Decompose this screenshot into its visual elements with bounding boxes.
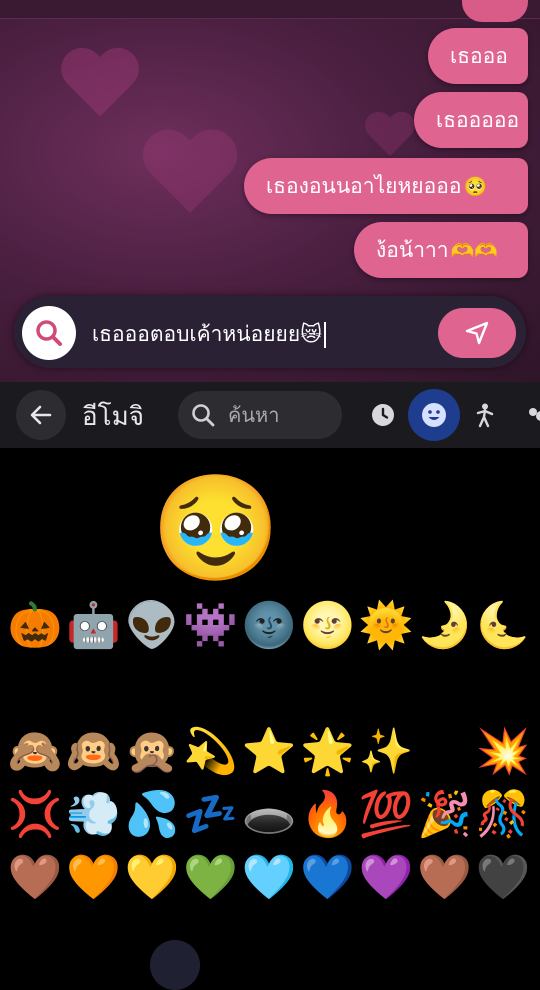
- emoji-key[interactable]: 💨: [65, 785, 124, 845]
- emoji-row: 🎃 🤖 👽 👾 🌚 🌝 🌞 🌛 🌜: [6, 594, 540, 657]
- emoji-key[interactable]: 💢: [6, 785, 65, 845]
- emoji-key[interactable]: 😾: [474, 659, 533, 719]
- emoji-key[interactable]: 💫: [182, 722, 241, 782]
- smiley-icon: [422, 403, 446, 427]
- emoji-key[interactable]: 🎃: [6, 596, 65, 656]
- emoji-key[interactable]: ✨: [357, 722, 416, 782]
- send-button[interactable]: [438, 308, 516, 358]
- emoji-key[interactable]: 💦: [123, 785, 182, 845]
- emoji-row: 🤎 🧡 💛 💚 🩵 💙 💜 🤎 🖤: [6, 846, 540, 909]
- emoji-key[interactable]: ⭐: [240, 722, 299, 782]
- emoji-row: 🙈 🙉 🙊 💫 ⭐ 🌟 ✨ ⚡ 💥: [6, 720, 540, 783]
- message-bubble[interactable]: เธอออออ: [414, 92, 528, 148]
- category-people[interactable]: [462, 392, 508, 438]
- message-bubble[interactable]: ง้อน้าาา 🫶🫶: [354, 222, 528, 278]
- message-input-bar[interactable]: เธอออตอบเค้าหน่อยยย😿: [14, 296, 526, 368]
- background-heart: [363, 113, 417, 162]
- emoji-keyboard-header: อีโมจิ ค้นหา: [0, 382, 540, 448]
- emoji-key[interactable]: 🤎: [6, 848, 65, 908]
- emoji-search-placeholder: ค้นหา: [228, 403, 280, 427]
- message-emoji: 🥺: [463, 175, 488, 198]
- emoji-key[interactable]: 😽: [431, 464, 540, 594]
- message-input[interactable]: เธอออตอบเค้าหน่อยยย😿: [92, 318, 327, 351]
- emoji-key[interactable]: 😿: [416, 659, 475, 719]
- emoji-key[interactable]: 💯: [357, 785, 416, 845]
- message-input-emoji: 😿: [300, 322, 323, 346]
- category-recent[interactable]: [360, 392, 406, 438]
- emoji-key[interactable]: 🥹: [151, 464, 281, 594]
- navigation-handle[interactable]: [150, 940, 200, 990]
- emoji-key[interactable]: 💥: [474, 722, 533, 782]
- emoji-key[interactable]: 💤: [182, 785, 241, 845]
- emoji-key[interactable]: 🎊: [474, 785, 533, 845]
- emoji-key[interactable]: 🧡: [65, 848, 124, 908]
- category-animals[interactable]: [514, 392, 540, 438]
- message-bubble[interactable]: เธองอนนอาไยหยอออ 🥺: [244, 158, 528, 214]
- emoji-key[interactable]: 😹: [123, 659, 182, 719]
- message-input-value: เธอออตอบเค้าหน่อยยย: [92, 322, 301, 346]
- emoji-key[interactable]: 🎉: [416, 785, 475, 845]
- animal-icon: [529, 408, 540, 421]
- search-icon: [36, 320, 62, 346]
- emoji-key[interactable]: 😽: [299, 659, 358, 719]
- emoji-key[interactable]: 😸: [293, 464, 416, 594]
- emoji-key[interactable]: 🌚: [240, 596, 299, 656]
- emoji-key[interactable]: 🖤: [474, 848, 533, 908]
- emoji-key[interactable]: 🤖: [65, 596, 124, 656]
- emoji-key[interactable]: 👽: [123, 596, 182, 656]
- emoji-key[interactable]: 🌛: [416, 596, 475, 656]
- message-emoji: 🫶🫶: [450, 239, 498, 262]
- emoji-key[interactable]: ⚡: [416, 722, 475, 782]
- background-heart: [58, 49, 142, 125]
- emoji-row: 😸 😺 😹 😻 😼 😽 🙀 😿 😾: [6, 657, 540, 720]
- text-caret: [324, 322, 327, 348]
- emoji-key[interactable]: 😻: [182, 659, 241, 719]
- chat-area: เธอออ เธอออออ เธองอนนอาไยหยอออ 🥺 ง้อน้าา…: [0, 0, 540, 382]
- search-icon: [192, 404, 215, 427]
- back-button[interactable]: [16, 390, 66, 440]
- previous-message-bubble[interactable]: [462, 0, 528, 22]
- message-text: ง้อน้าาา: [376, 237, 449, 262]
- emoji-key[interactable]: 🕳️: [240, 785, 299, 845]
- person-icon: [476, 403, 494, 428]
- send-icon: [465, 321, 489, 345]
- emoji-key[interactable]: 🙈: [6, 722, 65, 782]
- message-bubble[interactable]: เธอออ: [428, 28, 528, 84]
- background-heart: [139, 131, 241, 223]
- emoji-key[interactable]: 🙀: [357, 659, 416, 719]
- category-smileys[interactable]: [408, 389, 460, 441]
- emoji-row: 💢 💨 💦 💤 🕳️ 🔥 💯 🎉 🎊: [6, 783, 540, 846]
- emoji-key[interactable]: 😼: [240, 659, 299, 719]
- arrow-left-icon: [30, 405, 52, 425]
- emoji-key[interactable]: 🌜: [474, 596, 533, 656]
- emoji-key[interactable]: 🌝: [299, 596, 358, 656]
- emoji-key[interactable]: 👾: [182, 596, 241, 656]
- message-text: เธอออออ: [436, 107, 520, 132]
- emoji-key[interactable]: 🙉: [65, 722, 124, 782]
- emoji-key[interactable]: 😺: [65, 659, 124, 719]
- message-text: เธอออ: [450, 43, 508, 68]
- emoji-key[interactable]: 🙊: [123, 722, 182, 782]
- top-strip: [0, 0, 540, 22]
- emoji-panel: 😹 🥹 😸 😽 🎃 🤖 👽 👾 🌚 🌝 🌞 🌛 🌜 😸 😺 😹 😻 😼 😽 🙀 …: [0, 448, 540, 960]
- emoji-key[interactable]: 😹: [14, 464, 137, 594]
- emoji-key[interactable]: 💜: [357, 848, 416, 908]
- emoji-key[interactable]: 🌟: [299, 722, 358, 782]
- featured-emoji-row: 😹 🥹 😸 😽: [0, 464, 540, 594]
- emoji-key[interactable]: 💙: [299, 848, 358, 908]
- emoji-key[interactable]: 💛: [123, 848, 182, 908]
- emoji-key[interactable]: 💚: [182, 848, 241, 908]
- search-button[interactable]: [22, 306, 76, 360]
- message-text: เธองอนนอาไยหยอออ: [266, 173, 462, 198]
- emoji-key[interactable]: 🌞: [357, 596, 416, 656]
- keyboard-title: อีโมจิ: [82, 402, 144, 432]
- emoji-key[interactable]: 🔥: [299, 785, 358, 845]
- clock-icon: [372, 404, 394, 426]
- emoji-key[interactable]: 😸: [6, 659, 65, 719]
- emoji-key[interactable]: 🤎: [416, 848, 475, 908]
- emoji-search-field[interactable]: ค้นหา: [178, 391, 342, 439]
- emoji-key[interactable]: 🩵: [240, 848, 299, 908]
- emoji-grid: 🎃 🤖 👽 👾 🌚 🌝 🌞 🌛 🌜 😸 😺 😹 😻 😼 😽 🙀 😿 😾 🙈 🙉: [6, 594, 540, 909]
